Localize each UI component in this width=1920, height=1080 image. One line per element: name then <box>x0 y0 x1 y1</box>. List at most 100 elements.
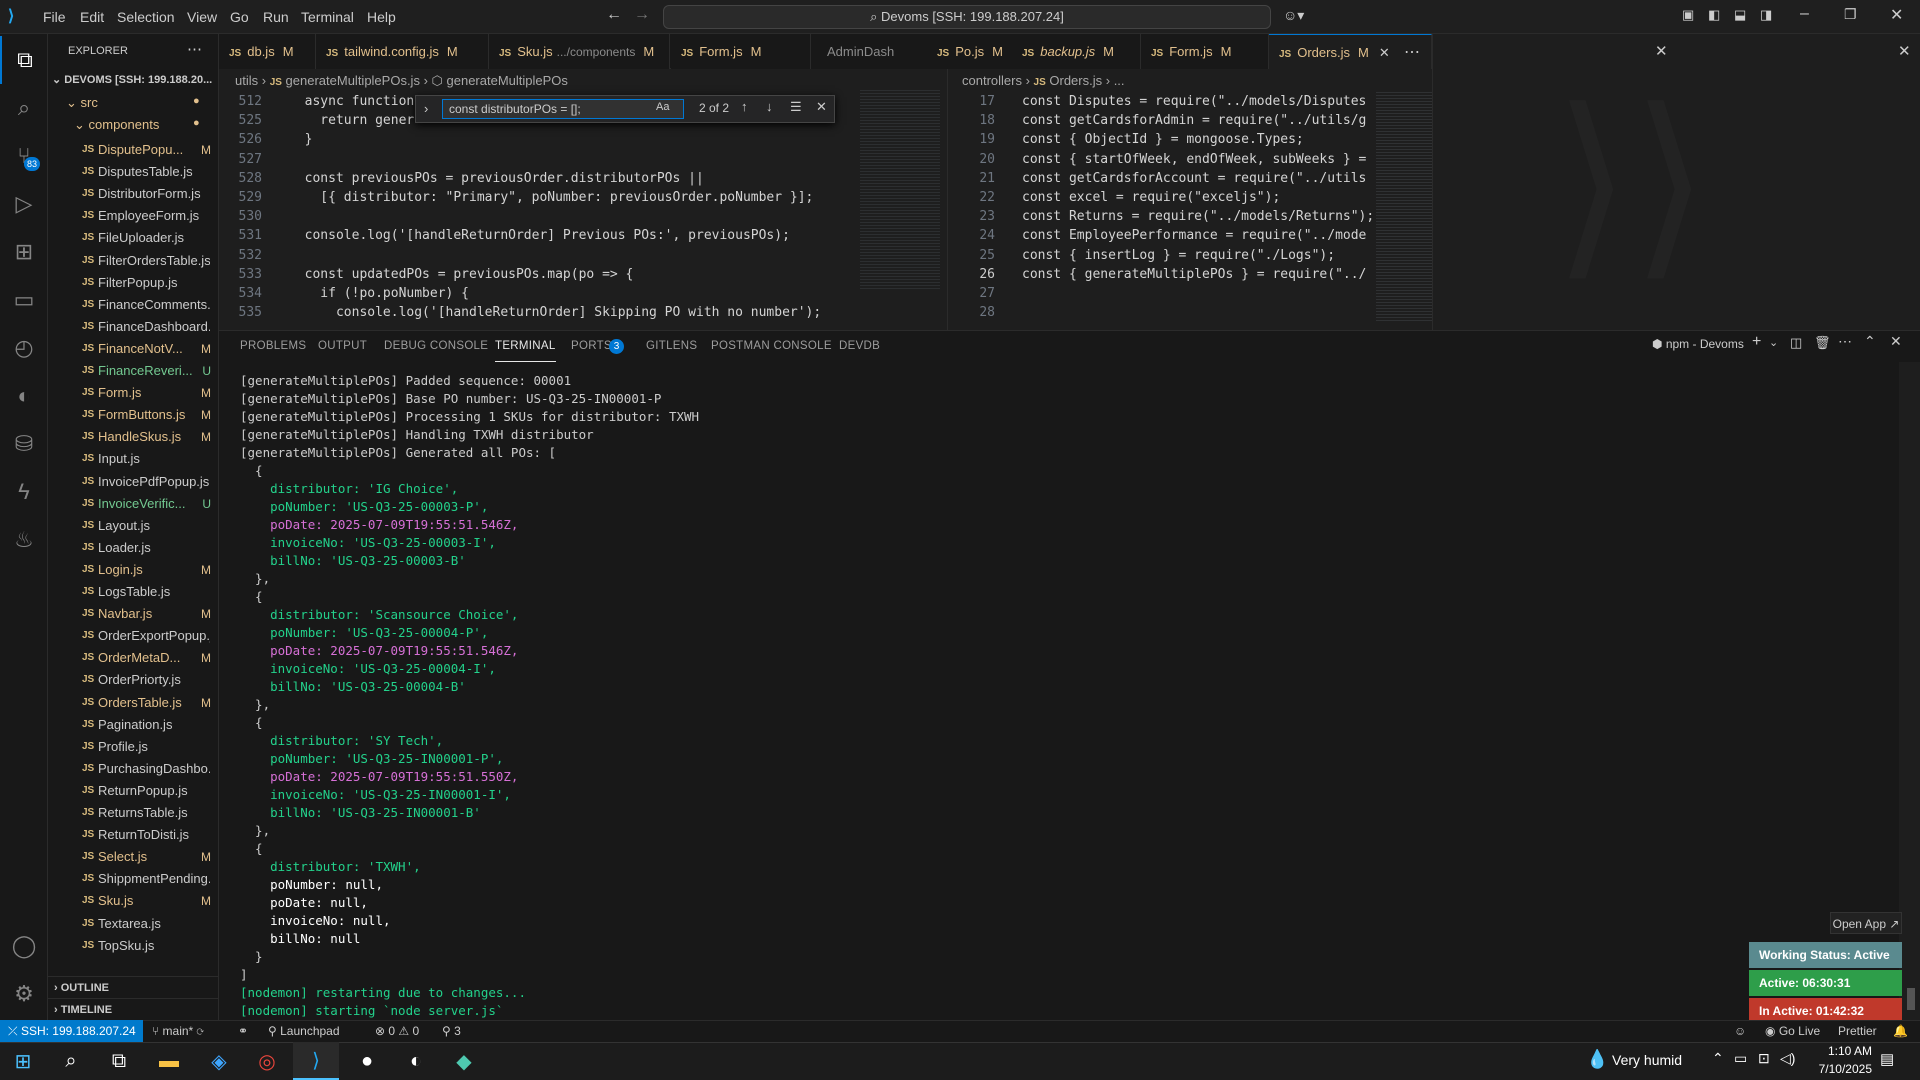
folder-src[interactable]: ⌄ src <box>66 95 98 111</box>
gitlens-icon[interactable]: ◴ <box>0 324 48 372</box>
terminal-scrollbar[interactable] <box>1907 988 1915 1010</box>
copilot-status-icon[interactable]: ☺ <box>1734 1020 1746 1042</box>
find-in-selection-icon[interactable]: ☰ <box>790 99 802 115</box>
problems-status[interactable]: ⊗ 0 ⚠ 0 <box>375 1020 419 1042</box>
account-icon[interactable]: ◯ <box>0 922 48 970</box>
notifications-icon[interactable]: ▤ <box>1880 1050 1894 1068</box>
close-find-icon[interactable]: ✕ <box>816 99 827 115</box>
menu-terminal[interactable]: Terminal <box>301 0 354 34</box>
tab-gitlens[interactable]: GITLENS <box>646 330 697 362</box>
file-item[interactable]: JS HandleSkus.js M <box>48 426 219 448</box>
volume-icon[interactable]: ◁) <box>1780 1050 1795 1067</box>
ports-status[interactable]: ⚲ 3 <box>442 1020 461 1042</box>
menu-view[interactable]: View <box>187 0 217 34</box>
match-case-icon[interactable]: Aa <box>656 101 669 113</box>
settings-gear-icon[interactable]: ⚙ <box>0 970 48 1018</box>
editor-tab[interactable]: JS Sku.js .../components M <box>489 34 670 69</box>
editor-tab[interactable]: JS backup.js M <box>1012 34 1141 69</box>
workspace-root[interactable]: ⌄ DEVOMS [SSH: 199.188.20... <box>52 73 212 86</box>
tray-app-icon[interactable]: ▭ <box>1734 1050 1747 1067</box>
file-item[interactable]: JS PurchasingDashbo... <box>48 758 219 780</box>
file-item[interactable]: JS ShippmentPending... <box>48 868 219 890</box>
chrome-icon[interactable]: ◎ <box>244 1042 290 1080</box>
file-item[interactable]: JS EmployeeForm.js <box>48 205 219 227</box>
editor-tab[interactable]: JS db.js M <box>219 34 316 69</box>
file-item[interactable]: JS OrdersTable.js M <box>48 692 219 714</box>
bell-icon[interactable]: 🔔 <box>1893 1020 1908 1042</box>
network-icon[interactable]: ⊡ <box>1758 1050 1770 1067</box>
previous-match-icon[interactable]: ↑ <box>741 99 748 114</box>
editor-tab[interactable]: JS tailwind.config.js M <box>316 34 489 69</box>
file-item[interactable]: JS Textarea.js <box>48 913 219 935</box>
new-terminal-icon[interactable]: + <box>1752 333 1761 351</box>
python-icon[interactable]: ♨ <box>0 516 48 564</box>
file-item[interactable]: JS FinanceComments.js <box>48 294 219 316</box>
file-item[interactable]: JS ReturnPopup.js <box>48 780 219 802</box>
file-item[interactable]: JS OrderExportPopup.js <box>48 625 219 647</box>
command-center-search[interactable]: ⌕ Devoms [SSH: 199.188.207.24] <box>663 5 1271 29</box>
file-item[interactable]: JS LogsTable.js <box>48 581 219 603</box>
store-icon[interactable]: ◈ <box>196 1042 242 1080</box>
file-item[interactable]: JS Pagination.js <box>48 714 219 736</box>
app-icon[interactable]: ◆ <box>441 1042 487 1080</box>
remote-indicator[interactable]: ⤫ SSH: 199.188.207.24 <box>0 1020 143 1042</box>
source-control-icon[interactable]: ⑂ <box>0 132 48 180</box>
menu-help[interactable]: Help <box>367 0 396 34</box>
file-item[interactable]: JS ReturnsTable.js <box>48 802 219 824</box>
file-item[interactable]: JS Input.js <box>48 448 219 470</box>
gitlens-status-icon[interactable]: ⚭ <box>238 1020 248 1042</box>
file-item[interactable]: JS FilterPopup.js <box>48 272 219 294</box>
tab-postman-console[interactable]: POSTMAN CONSOLE <box>711 330 832 362</box>
tray-chevron-icon[interactable]: ⌃ <box>1712 1050 1724 1067</box>
launchpad-status[interactable]: ⚲ Launchpad <box>268 1020 340 1042</box>
trash-icon[interactable]: 🗑 <box>1814 335 1831 351</box>
chevron-down-icon[interactable]: ⌄ <box>1769 336 1778 349</box>
toggle-panel-icon[interactable]: ⬓ <box>1734 7 1746 23</box>
task-view-icon[interactable]: ⧉ <box>96 1042 142 1080</box>
go-live-button[interactable]: ◉ Go Live <box>1765 1020 1820 1042</box>
file-item[interactable]: JS TopSku.js <box>48 935 219 957</box>
search-view-icon[interactable]: ⌕ <box>0 84 48 132</box>
close-tab-icon[interactable]: ✕ <box>1379 45 1390 60</box>
split-terminal-icon[interactable]: ◫ <box>1790 335 1802 351</box>
zoom-icon[interactable]: ● <box>344 1042 390 1080</box>
tab-debug-console[interactable]: DEBUG CONSOLE <box>384 330 488 362</box>
timeline-section[interactable]: › TIMELINE <box>48 998 219 1020</box>
menu-edit[interactable]: Edit <box>80 0 104 34</box>
clock-time[interactable]: 1:10 AM <box>1812 1044 1872 1058</box>
file-item[interactable]: JS Layout.js <box>48 515 219 537</box>
tab-ports[interactable]: PORTS <box>571 330 612 362</box>
file-item[interactable]: JS OrderMetaD... M <box>48 647 219 669</box>
file-item[interactable]: JS Loader.js <box>48 537 219 559</box>
weather-text[interactable]: Very humid <box>1612 1052 1682 1068</box>
file-item[interactable]: JS Profile.js <box>48 736 219 758</box>
close-group-icon[interactable]: ✕ <box>1655 42 1668 60</box>
folder-components[interactable]: ⌄ components <box>74 117 159 133</box>
remote-explorer-icon[interactable]: ▭ <box>0 276 48 324</box>
layout-icon[interactable]: ▣ <box>1682 7 1694 23</box>
toggle-sidebar-icon[interactable]: ◧ <box>1708 7 1720 23</box>
file-explorer-icon[interactable]: ▬ <box>146 1042 192 1080</box>
vscode-taskbar-icon[interactable]: ⟩ <box>293 1042 339 1080</box>
close-window-icon[interactable]: ✕ <box>1890 5 1903 25</box>
extensions-icon[interactable]: ⊞ <box>0 228 48 276</box>
toggle-replace-icon[interactable]: › <box>424 101 428 116</box>
minimap[interactable] <box>1376 92 1432 322</box>
back-arrow-icon[interactable]: ← <box>606 6 622 24</box>
run-debug-icon[interactable]: ▷ <box>0 180 48 228</box>
file-item[interactable]: JS FileUploader.js <box>48 227 219 249</box>
file-item[interactable]: JS Form.js M <box>48 382 219 404</box>
file-item[interactable]: JS FinanceReveri... U <box>48 360 219 382</box>
file-item[interactable]: JS Navbar.js M <box>48 603 219 625</box>
database-icon[interactable]: ⛁ <box>0 420 48 468</box>
outline-section[interactable]: › OUTLINE <box>48 976 219 998</box>
clock-date[interactable]: 7/10/2025 <box>1800 1062 1872 1076</box>
file-item[interactable]: JS FinanceNotV... M <box>48 338 219 360</box>
editor-tab[interactable]: JS Form.js M <box>1141 34 1269 69</box>
next-match-icon[interactable]: ↓ <box>766 99 773 114</box>
copilot-icon[interactable]: ☺▾ <box>1283 7 1304 24</box>
file-item[interactable]: JS OrderPriorty.js <box>48 669 219 691</box>
thunder-client-icon[interactable]: ϟ <box>0 468 48 516</box>
file-item[interactable]: JS Sku.js M <box>48 890 219 912</box>
more-tabs-icon[interactable]: ⋯ <box>1404 42 1420 62</box>
